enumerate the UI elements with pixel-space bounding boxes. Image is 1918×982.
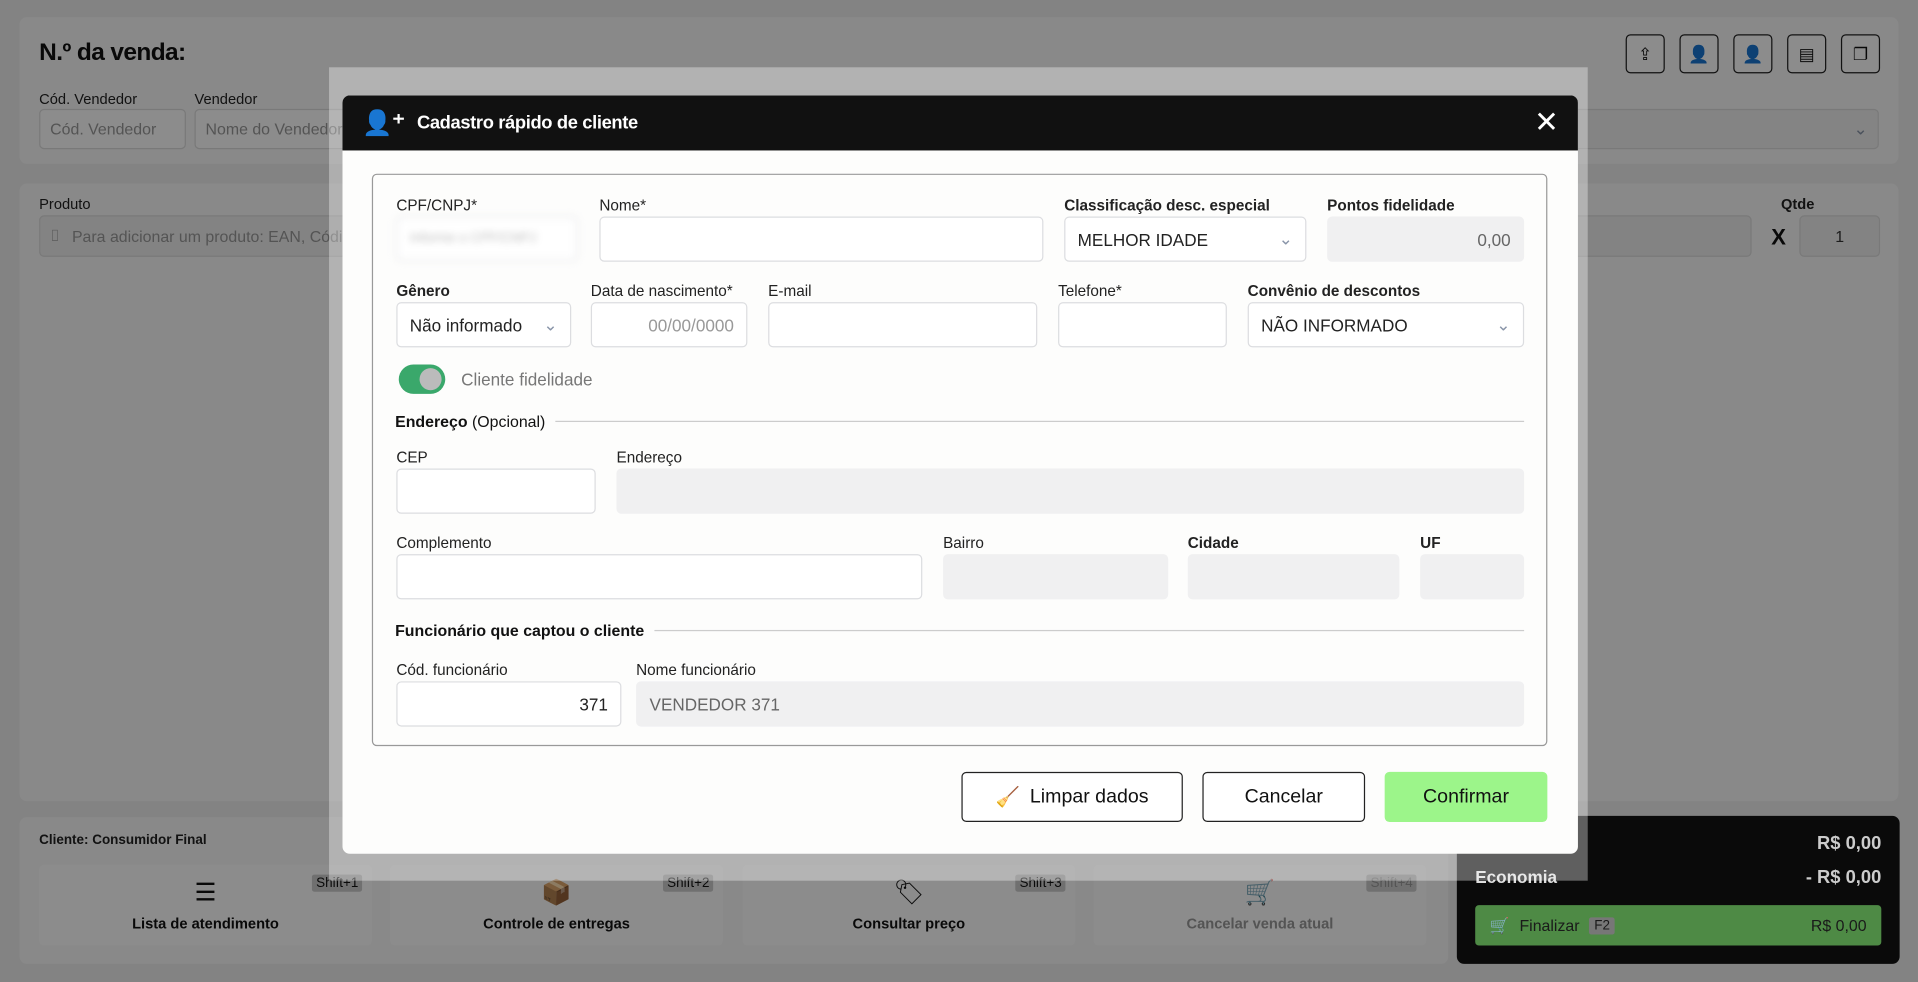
- gender-label: Gênero: [396, 282, 450, 300]
- employee-section: Funcionário que captou o cliente: [395, 621, 1525, 640]
- class-label: Classificação desc. especial: [1064, 196, 1270, 215]
- loyalty-label: Cliente fidelidade: [461, 369, 593, 389]
- emp-name-input: VENDEDOR 371: [636, 681, 1525, 727]
- finish-label: Finalizar: [1519, 916, 1580, 935]
- address-section-title: Endereço: [395, 412, 468, 431]
- pdv-screen: N.º da venda: Cód. Vendedor Cód. Vendedo…: [0, 0, 1918, 982]
- emp-name-label: Nome funcionário: [636, 661, 756, 679]
- cep-input[interactable]: [396, 468, 596, 514]
- modal-title: Cadastro rápido de cliente: [416, 112, 638, 134]
- shortcut-badge: F2: [1589, 916, 1615, 934]
- gender-value: Não informado: [409, 314, 523, 335]
- district-input: [943, 554, 1169, 600]
- clear-label: Limpar dados: [1029, 785, 1149, 807]
- points-label: Pontos fidelidade: [1327, 196, 1455, 215]
- finish-value: R$ 0,00: [1810, 916, 1867, 935]
- broom-icon: 🧹: [995, 787, 1021, 808]
- cpf-label: CPF/CNPJ*: [396, 196, 478, 215]
- email-label: E-mail: [768, 282, 812, 300]
- agreement-value: NÃO INFORMADO: [1261, 314, 1408, 335]
- name-input[interactable]: [599, 216, 1044, 262]
- birth-input[interactable]: 00/00/0000: [590, 302, 748, 348]
- phone-label: Telefone*: [1058, 282, 1122, 300]
- cancel-button[interactable]: Cancelar: [1202, 771, 1366, 822]
- quick-client-modal: 👤⁺ Cadastro rápido de cliente ✕ CPF/CNPJ…: [342, 95, 1578, 854]
- clear-button[interactable]: 🧹 Limpar dados: [961, 771, 1183, 822]
- total-value: R$ 0,00: [1817, 833, 1882, 854]
- address-input: [616, 468, 1525, 514]
- class-select[interactable]: MELHOR IDADE ⌄: [1064, 216, 1307, 262]
- emp-code-input[interactable]: 371: [396, 681, 622, 727]
- close-icon[interactable]: ✕: [1534, 105, 1559, 140]
- cart-icon: 🛒: [1489, 915, 1510, 934]
- add-user-icon: 👤⁺: [362, 110, 405, 137]
- finish-button[interactable]: 🛒 Finalizar F2 R$ 0,00: [1475, 905, 1882, 946]
- gender-select[interactable]: Não informado ⌄: [396, 302, 572, 348]
- cep-label: CEP: [396, 448, 428, 467]
- email-input[interactable]: [768, 302, 1038, 348]
- employee-section-title: Funcionário que captou o cliente: [395, 621, 645, 640]
- complement-label: Complemento: [396, 534, 492, 552]
- uf-label: UF: [1420, 534, 1441, 552]
- confirm-button[interactable]: Confirmar: [1384, 771, 1548, 822]
- chevron-down-icon: ⌄: [1496, 314, 1511, 334]
- optional-label: (Opcional): [472, 412, 546, 431]
- city-label: Cidade: [1187, 534, 1239, 552]
- cpf-input[interactable]: Informe o CPF/CNPJ: [396, 216, 578, 261]
- chevron-down-icon: ⌄: [1278, 228, 1293, 249]
- loyalty-toggle[interactable]: [398, 364, 446, 394]
- client-form: CPF/CNPJ* Informe o CPF/CNPJ Nome* Class…: [371, 173, 1548, 747]
- city-input: [1187, 554, 1400, 600]
- modal-header: 👤⁺ Cadastro rápido de cliente ✕: [342, 95, 1578, 151]
- address-section: Endereço (Opcional): [395, 412, 1525, 431]
- complement-input[interactable]: [396, 554, 923, 600]
- economy-value: - R$ 0,00: [1805, 867, 1882, 889]
- address-label: Endereço: [616, 448, 682, 467]
- agreement-label: Convênio de descontos: [1247, 282, 1421, 300]
- phone-input[interactable]: [1058, 302, 1227, 348]
- district-label: Bairro: [943, 534, 984, 552]
- points-input: 0,00: [1327, 216, 1525, 262]
- chevron-down-icon: ⌄: [543, 314, 558, 334]
- name-label: Nome*: [599, 196, 647, 215]
- emp-code-label: Cód. funcionário: [396, 661, 508, 679]
- uf-input: [1420, 554, 1525, 600]
- class-value: MELHOR IDADE: [1077, 229, 1209, 249]
- birth-label: Data de nascimento*: [590, 282, 733, 300]
- agreement-select[interactable]: NÃO INFORMADO ⌄: [1247, 302, 1525, 348]
